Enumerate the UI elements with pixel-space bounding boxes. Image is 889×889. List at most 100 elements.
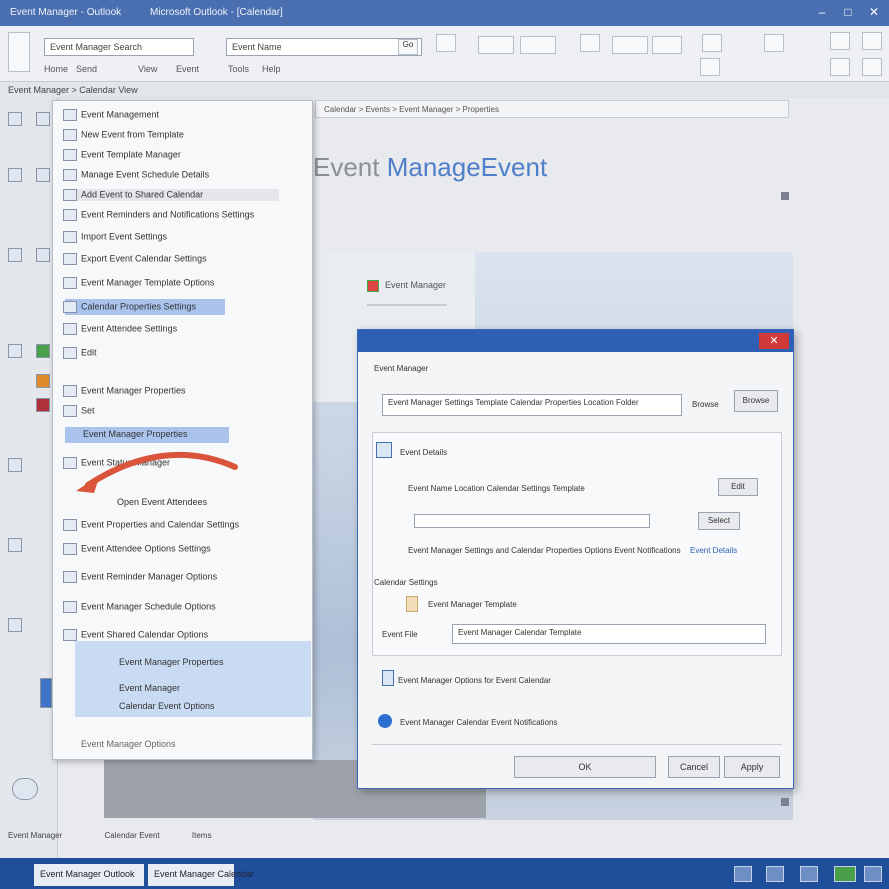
- menu-item[interactable]: Event Manager: [119, 683, 180, 693]
- menu-item[interactable]: Open Event Attendees: [117, 497, 207, 507]
- menu-item[interactable]: Export Event Calendar Settings: [63, 253, 207, 265]
- settings-icon[interactable]: [830, 32, 850, 50]
- schedule-icon[interactable]: [580, 34, 600, 52]
- menu-item-icon: [63, 629, 77, 641]
- menu-item[interactable]: Event Manager Properties: [119, 657, 224, 667]
- app-tray-icon[interactable]: [834, 866, 856, 882]
- ok-button[interactable]: OK: [514, 756, 656, 778]
- green-app-icon[interactable]: [8, 344, 22, 358]
- calendar-icon[interactable]: [436, 34, 456, 52]
- menu-item[interactable]: Event Management: [63, 109, 159, 121]
- menu-item[interactable]: Calendar Event Options: [119, 701, 215, 711]
- help-icon[interactable]: [862, 32, 882, 50]
- menu-item[interactable]: Calendar Properties Settings: [63, 301, 196, 313]
- menu-item[interactable]: Event Properties and Calendar Settings: [63, 519, 239, 531]
- menu-item-icon: [63, 231, 77, 243]
- journal-icon[interactable]: [8, 458, 22, 472]
- menu-item[interactable]: New Event from Template: [63, 129, 184, 141]
- menu-item[interactable]: Import Event Settings: [63, 231, 167, 243]
- menu-item[interactable]: Event Attendee Settings: [63, 323, 177, 335]
- mail-icon[interactable]: [8, 112, 22, 126]
- search-globe-icon[interactable]: [12, 778, 38, 800]
- menu-item[interactable]: Set: [63, 405, 95, 417]
- maximize-button[interactable]: □: [838, 4, 858, 20]
- grid-icon[interactable]: [862, 58, 882, 76]
- menu-item[interactable]: Event Reminders and Notifications Settin…: [63, 209, 254, 221]
- calendar-nav-icon[interactable]: [36, 112, 50, 126]
- people-icon[interactable]: [764, 34, 784, 52]
- menu-item-selected[interactable]: Event Manager Properties: [83, 429, 188, 439]
- ribbon-tab-home[interactable]: Home: [44, 64, 68, 74]
- menu-item[interactable]: Add Event to Shared Calendar: [63, 189, 279, 201]
- meeting-button[interactable]: [520, 36, 556, 54]
- text-input[interactable]: [414, 514, 650, 528]
- menu-item[interactable]: Event Manager Template Options: [63, 277, 214, 289]
- ribbon-search-input[interactable]: Event Manager Search: [44, 38, 194, 56]
- menu-item-icon: [63, 189, 77, 201]
- details-link[interactable]: Event Details: [690, 546, 737, 555]
- dialog-close-button[interactable]: ✕: [759, 333, 789, 349]
- close-window-button[interactable]: ✕: [864, 4, 884, 20]
- red-app-icon[interactable]: [36, 398, 50, 412]
- menu-item[interactable]: Event Manager Schedule Options: [63, 601, 216, 613]
- new-event-button[interactable]: [478, 36, 514, 54]
- edit-button[interactable]: Edit: [718, 478, 758, 496]
- taskbar-item-calendar[interactable]: Event Manager Calendar: [148, 864, 254, 886]
- find-go-button[interactable]: Go: [398, 39, 418, 55]
- network-icon[interactable]: [734, 866, 752, 882]
- app-logo-icon: [367, 280, 379, 292]
- flag-icon[interactable]: [800, 866, 818, 882]
- path-field[interactable]: Event Manager Settings Template Calendar…: [382, 394, 682, 416]
- menu-item[interactable]: Event Template Manager: [63, 149, 181, 161]
- ribbon-tab-view[interactable]: View: [138, 64, 157, 74]
- blue-tab-icon[interactable]: [40, 678, 52, 708]
- print-button[interactable]: [652, 36, 682, 54]
- menu-item[interactable]: Edit: [63, 347, 97, 359]
- list-icon[interactable]: [830, 58, 850, 76]
- menu-item-icon: [63, 405, 77, 417]
- arrow-icon[interactable]: [702, 34, 722, 52]
- menu-item[interactable]: Event Attendee Options Settings: [63, 543, 211, 555]
- shortcut-icon[interactable]: [8, 538, 22, 552]
- menu-item[interactable]: Manage Event Schedule Details: [63, 169, 209, 181]
- ribbon-tab-send[interactable]: Send: [76, 64, 97, 74]
- breadcrumb[interactable]: Calendar > Events > Event Manager > Prop…: [315, 100, 789, 118]
- menu-item[interactable]: Event Reminder Manager Options: [63, 571, 217, 583]
- minimize-button[interactable]: –: [812, 4, 832, 20]
- select-button[interactable]: Select: [698, 512, 740, 530]
- ribbon-tab-event[interactable]: Event: [176, 64, 199, 74]
- menu-item-icon: [63, 109, 77, 121]
- share-button[interactable]: [612, 36, 648, 54]
- contacts-icon[interactable]: [8, 168, 22, 182]
- menu-item[interactable]: Event Manager Properties: [63, 385, 186, 397]
- menu-item-icon: [63, 277, 77, 289]
- file-path-input[interactable]: Event Manager Calendar Template: [452, 624, 766, 644]
- context-menu: Event Management New Event from Template…: [52, 100, 313, 760]
- ribbon-find-input[interactable]: Event Name: [226, 38, 422, 56]
- volume-icon[interactable]: [766, 866, 784, 882]
- section-title-calendar: Calendar Settings: [374, 578, 438, 587]
- file-label: Event File: [382, 630, 418, 639]
- ribbon-tab-help[interactable]: Help: [262, 64, 281, 74]
- radio-selected-icon[interactable]: [378, 714, 392, 728]
- excel-icon[interactable]: [36, 344, 50, 358]
- notes-icon[interactable]: [8, 248, 22, 262]
- orange-app-icon[interactable]: [36, 374, 50, 388]
- tasks-icon[interactable]: [36, 168, 50, 182]
- details-icon: [376, 442, 392, 458]
- taskbar-item-outlook[interactable]: Event Manager Outlook: [34, 864, 144, 886]
- browse-button[interactable]: Browse: [734, 390, 778, 412]
- menu-item[interactable]: Event Shared Calendar Options: [63, 629, 208, 641]
- cancel-button[interactable]: Cancel: [668, 756, 720, 778]
- menu-footer[interactable]: Event Manager Options: [81, 739, 176, 749]
- archive-icon[interactable]: [8, 618, 22, 632]
- apply-button[interactable]: Apply: [724, 756, 780, 778]
- document-title: Microsoft Outlook - [Calendar]: [150, 7, 283, 18]
- paste-button[interactable]: [8, 32, 30, 72]
- filter-icon[interactable]: [700, 58, 720, 76]
- menu-item-icon: [63, 129, 77, 141]
- ribbon-tab-tools[interactable]: Tools: [228, 64, 249, 74]
- heading-highlight: ManageEvent: [386, 152, 548, 182]
- cloud-icon[interactable]: [864, 866, 882, 882]
- folder-icon[interactable]: [36, 248, 50, 262]
